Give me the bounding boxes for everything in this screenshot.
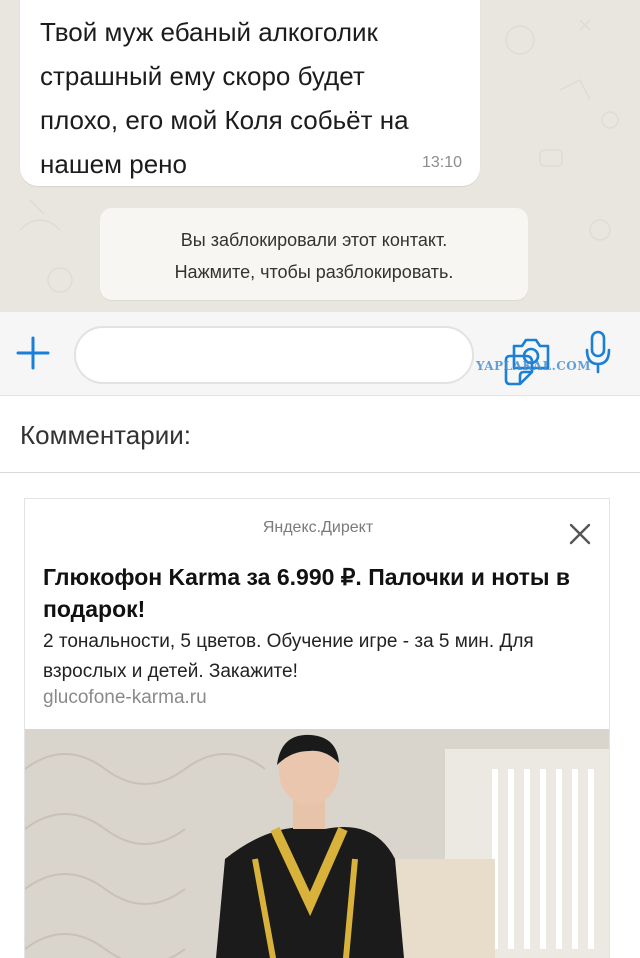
- comments-divider: [0, 472, 640, 473]
- ad-photo[interactable]: [25, 729, 610, 958]
- unblock-hint-line: Нажмите, чтобы разблокировать.: [174, 262, 454, 282]
- plus-icon[interactable]: [14, 334, 52, 372]
- blocked-notice-line: Вы заблокировали этот контакт.: [180, 230, 448, 250]
- chat-screenshot: Твой муж ебаный алкоголик страшный ему с…: [0, 0, 640, 312]
- message-text: Твой муж ебаный алкоголик страшный ему с…: [40, 17, 409, 179]
- message-time: 13:10: [421, 154, 462, 171]
- message-bubble[interactable]: Твой муж ебаный алкоголик страшный ему с…: [20, 0, 480, 186]
- message-input-bar: YAPLAKAL.COM: [0, 312, 640, 396]
- yandex-direct-ad[interactable]: Яндекс.Директ Глюкофон Karma за 6.990 ₽.…: [24, 498, 610, 958]
- ad-url-link[interactable]: glucofone-karma.ru: [43, 687, 207, 709]
- message-input[interactable]: [74, 326, 534, 386]
- blocked-contact-notice[interactable]: Вы заблокировали этот контакт. Нажмите, …: [100, 208, 528, 300]
- ad-description: 2 тональности, 5 цветов. Обучение игре -…: [43, 631, 534, 682]
- comments-heading: Комментарии:: [20, 420, 191, 450]
- close-icon[interactable]: [567, 521, 593, 547]
- site-watermark: YAPLAKAL.COM: [476, 359, 592, 373]
- ad-title-link[interactable]: Глюкофон Karma за 6.990 ₽. Палочки и нот…: [43, 561, 603, 625]
- ad-source-label: Яндекс.Директ: [262, 519, 374, 536]
